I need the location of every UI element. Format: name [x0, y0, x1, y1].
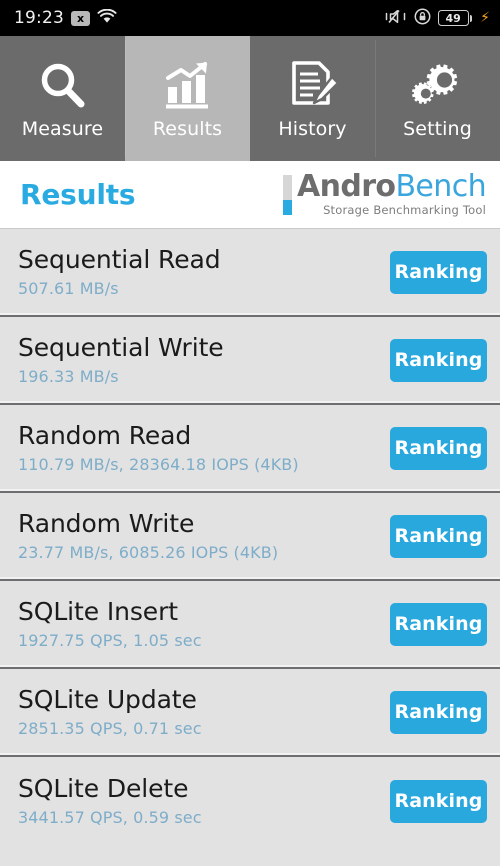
benchmark-value: 196.33 MB/s — [18, 367, 119, 386]
bar-chart-arrow-icon — [161, 58, 215, 114]
row-texts: Random Read 110.79 MB/s, 28364.18 IOPS (… — [18, 421, 299, 475]
page-title: Results — [20, 178, 136, 211]
table-row[interactable]: Random Read 110.79 MB/s, 28364.18 IOPS (… — [0, 405, 500, 493]
logo-tagline: Storage Benchmarking Tool — [323, 203, 486, 218]
logo-text: AndroBench Storage Benchmarking Tool — [296, 168, 487, 218]
row-texts: Sequential Read 507.61 MB/s — [18, 245, 221, 299]
table-row[interactable]: Sequential Read 507.61 MB/s Ranking — [0, 229, 500, 317]
table-row[interactable]: Sequential Write 196.33 MB/s Ranking — [0, 317, 500, 405]
tab-history[interactable]: History — [250, 36, 375, 161]
benchmark-value: 1927.75 QPS, 1.05 sec — [18, 631, 202, 650]
charging-bolt-icon: ⚡ — [480, 10, 490, 26]
wifi-icon — [97, 8, 117, 28]
ranking-button[interactable]: Ranking — [390, 602, 487, 646]
benchmark-name: SQLite Insert — [18, 597, 178, 626]
ranking-button[interactable]: Ranking — [390, 250, 487, 294]
benchmark-value: 507.61 MB/s — [18, 279, 119, 298]
ranking-button[interactable]: Ranking — [390, 514, 487, 558]
sim-x-icon: x — [71, 10, 90, 26]
benchmark-value: 2851.35 QPS, 0.71 sec — [18, 719, 202, 738]
screen-lock-rotation-icon — [414, 8, 431, 29]
table-row[interactable]: Random Write 23.77 MB/s, 6085.26 IOPS (4… — [0, 493, 500, 581]
tab-history-label: History — [278, 118, 347, 140]
benchmark-value: 3441.57 QPS, 0.59 sec — [18, 808, 202, 827]
row-texts: SQLite Delete 3441.57 QPS, 0.59 sec — [18, 774, 202, 828]
androbench-logo: AndroBench Storage Benchmarking Tool — [282, 168, 487, 218]
benchmark-name: SQLite Delete — [18, 774, 189, 803]
tab-setting[interactable]: Setting — [375, 36, 500, 161]
status-bar-clock: 19:23 — [14, 8, 64, 28]
benchmark-name: SQLite Update — [18, 685, 197, 714]
battery-cap — [469, 14, 473, 22]
ranking-button[interactable]: Ranking — [390, 779, 487, 823]
row-texts: Sequential Write 196.33 MB/s — [18, 333, 224, 387]
tab-measure-label: Measure — [21, 118, 104, 140]
magnifier-icon — [36, 58, 90, 114]
row-texts: Random Write 23.77 MB/s, 6085.26 IOPS (4… — [18, 509, 279, 563]
logo-bar-icon — [282, 174, 292, 215]
battery-level-label: 49 — [437, 10, 469, 26]
logo-wordmark: AndroBench — [296, 168, 487, 204]
row-texts: SQLite Update 2851.35 QPS, 0.71 sec — [18, 685, 202, 739]
status-bar: 19:23 x 49 ⚡ — [0, 0, 500, 36]
benchmark-value: 23.77 MB/s, 6085.26 IOPS (4KB) — [18, 543, 279, 562]
table-row[interactable]: SQLite Update 2851.35 QPS, 0.71 sec Rank… — [0, 669, 500, 757]
tab-setting-label: Setting — [403, 118, 472, 140]
logo-andro: Andro — [296, 168, 396, 204]
table-row[interactable]: SQLite Delete 3441.57 QPS, 0.59 sec Rank… — [0, 757, 500, 845]
gears-icon — [411, 58, 465, 114]
main-tab-bar: Measure Results History Setting — [0, 36, 500, 161]
ranking-button[interactable]: Ranking — [390, 338, 487, 382]
benchmark-name: Random Read — [18, 421, 192, 450]
page-header: Results AndroBench Storage Benchmarking … — [0, 161, 500, 229]
benchmark-name: Sequential Write — [18, 333, 224, 362]
tab-results[interactable]: Results — [125, 36, 250, 161]
benchmark-value: 110.79 MB/s, 28364.18 IOPS (4KB) — [18, 455, 299, 474]
ranking-button[interactable]: Ranking — [390, 690, 487, 734]
table-row[interactable]: SQLite Insert 1927.75 QPS, 1.05 sec Rank… — [0, 581, 500, 669]
ranking-button[interactable]: Ranking — [390, 426, 487, 470]
status-bar-right: 49 ⚡ — [385, 8, 490, 29]
tab-measure[interactable]: Measure — [0, 36, 125, 161]
document-pencil-icon — [286, 58, 340, 114]
vibrate-mute-icon — [385, 8, 407, 29]
row-texts: SQLite Insert 1927.75 QPS, 1.05 sec — [18, 597, 202, 651]
benchmark-name: Random Write — [18, 509, 195, 538]
logo-bench: Bench — [395, 168, 486, 204]
status-bar-left: 19:23 x — [14, 8, 117, 28]
benchmark-name: Sequential Read — [18, 245, 221, 274]
results-list: Sequential Read 507.61 MB/s Ranking Sequ… — [0, 229, 500, 845]
tab-results-label: Results — [152, 118, 223, 140]
battery-icon: 49 — [437, 10, 473, 26]
